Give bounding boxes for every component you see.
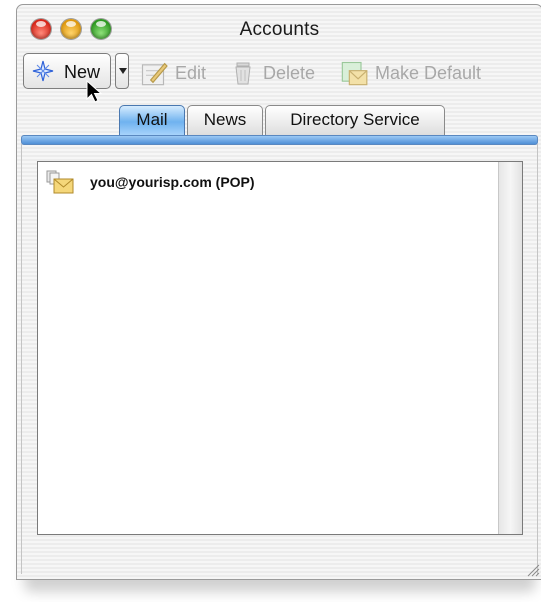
edit-icon — [141, 62, 168, 86]
vertical-scrollbar[interactable] — [498, 162, 522, 534]
mouse-pointer-icon — [86, 80, 103, 103]
tab-directory-service[interactable]: Directory Service — [265, 105, 445, 135]
delete-button[interactable]: Delete — [231, 61, 326, 87]
new-dropdown-button[interactable] — [115, 53, 129, 89]
tab-news[interactable]: News — [187, 105, 263, 135]
mail-account-icon — [46, 170, 74, 194]
make-default-button-label: Make Default — [375, 63, 482, 83]
sparkle-icon — [32, 60, 54, 82]
account-name: you@yourisp.com (POP) — [90, 174, 255, 190]
tab-mail[interactable]: Mail — [119, 105, 185, 135]
edit-button-label: Edit — [175, 63, 207, 83]
title-bar[interactable]: Accounts — [17, 5, 541, 49]
window-title: Accounts — [239, 19, 320, 40]
chevron-down-icon — [119, 68, 127, 74]
resize-grip-icon[interactable] — [524, 561, 540, 577]
accounts-list[interactable]: you@yourisp.com (POP) — [37, 161, 523, 535]
trash-icon — [235, 62, 251, 85]
edit-button[interactable]: Edit — [137, 61, 217, 87]
make-default-icon — [341, 61, 368, 86]
make-default-button[interactable]: Make Default — [339, 61, 499, 87]
delete-button-label: Delete — [263, 63, 316, 83]
